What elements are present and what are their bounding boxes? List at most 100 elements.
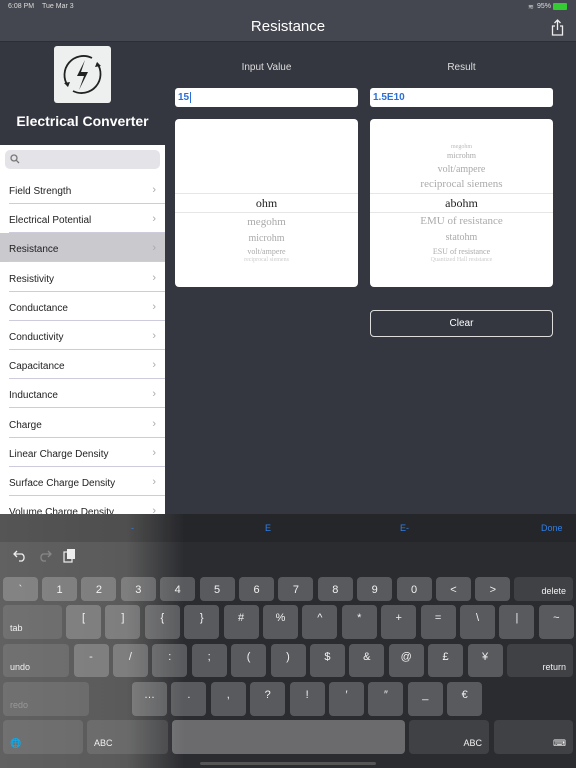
picker-option[interactable]: volt/ampere [370, 164, 553, 175]
sidebar-item[interactable]: Field Strength › [0, 175, 165, 204]
redo-key[interactable]: redo [3, 682, 89, 716]
paste-icon[interactable] [63, 548, 76, 563]
key[interactable]: < [436, 577, 471, 601]
key[interactable]: 4 [160, 577, 196, 601]
key[interactable]: 8 [317, 577, 353, 601]
sidebar-item[interactable]: Capacitance › [0, 350, 165, 380]
picker-option[interactable]: reciprocal siemens [175, 257, 358, 263]
sidebar-item[interactable]: Resistivity › [0, 263, 165, 292]
key[interactable]: \ [460, 605, 495, 639]
search-input[interactable] [5, 150, 160, 169]
clear-button[interactable]: Clear [370, 310, 553, 337]
sidebar-item-label: Conductance [9, 302, 68, 314]
key[interactable]: ) [270, 644, 306, 677]
result-unit-picker[interactable]: megohm microhm volt/ampere reciprocal si… [370, 119, 553, 287]
picker-selected[interactable]: ohm [175, 196, 358, 211]
sidebar-item[interactable]: Surface Charge Density › [0, 467, 165, 496]
chevron-right-icon: › [152, 359, 156, 372]
negative-exponent-button[interactable]: E- [400, 523, 409, 533]
delete-key[interactable]: delete [514, 577, 573, 601]
key[interactable]: ^ [302, 605, 338, 639]
key[interactable]: . [171, 682, 207, 716]
picker-option[interactable]: volt/ampere [175, 247, 358, 256]
key[interactable]: [ [66, 605, 101, 639]
input-unit-picker[interactable]: ohm megohm microhm volt/ampere reciproca… [175, 119, 358, 287]
key[interactable]: $ [309, 644, 345, 677]
key[interactable]: _ [407, 682, 443, 716]
done-button[interactable]: Done [541, 523, 563, 533]
exponent-button[interactable]: E [265, 523, 271, 533]
globe-icon[interactable]: 🌐 [3, 720, 83, 754]
key[interactable]: > [475, 577, 511, 601]
key[interactable]: 6 [239, 577, 274, 601]
key[interactable]: £ [428, 644, 464, 677]
key[interactable]: ? [250, 682, 286, 716]
key[interactable]: % [263, 605, 298, 639]
key[interactable]: * [341, 605, 377, 639]
picker-option[interactable]: megohm [175, 216, 358, 228]
abc-key[interactable]: ABC [409, 720, 489, 754]
key[interactable]: + [381, 605, 417, 639]
key[interactable]: = [420, 605, 456, 639]
key[interactable]: … [132, 682, 167, 716]
key[interactable]: - [73, 644, 109, 677]
key[interactable]: & [349, 644, 385, 677]
picker-selected[interactable]: abohm [370, 196, 553, 211]
key[interactable]: 9 [357, 577, 393, 601]
key[interactable]: ; [191, 644, 227, 677]
key[interactable]: 1 [42, 577, 77, 601]
undo-icon[interactable] [13, 549, 27, 562]
key[interactable]: : [152, 644, 188, 677]
key[interactable]: ] [105, 605, 141, 639]
sidebar-item[interactable]: Inductance › [0, 379, 165, 409]
key[interactable]: ` [3, 577, 38, 601]
picker-option[interactable]: Quantized Hall resistance [370, 257, 553, 263]
sidebar-item[interactable]: Volume Charge Density › [0, 496, 165, 515]
input-value-field[interactable]: 15 [175, 88, 358, 107]
key[interactable]: ( [231, 644, 267, 677]
key[interactable]: ¥ [467, 644, 503, 677]
key[interactable]: ~ [538, 605, 574, 639]
sidebar-item[interactable]: Linear Charge Density › [0, 438, 165, 467]
key[interactable]: { [144, 605, 180, 639]
key[interactable]: } [184, 605, 220, 639]
key[interactable]: € [447, 682, 483, 716]
key[interactable]: ! [289, 682, 325, 716]
key[interactable]: 3 [120, 577, 156, 601]
key[interactable]: 5 [199, 577, 235, 601]
share-icon[interactable] [551, 19, 564, 36]
sidebar-item[interactable]: Resistance › [0, 233, 165, 263]
key[interactable]: # [223, 605, 259, 639]
undo-key[interactable]: undo [3, 644, 69, 677]
picker-option[interactable]: microhm [175, 233, 358, 244]
sidebar-item[interactable]: Electrical Potential › [0, 204, 165, 234]
picker-option[interactable]: microhm [370, 151, 553, 160]
return-key[interactable]: return [507, 644, 573, 677]
picker-option[interactable]: megohm [370, 144, 553, 150]
picker-option[interactable]: reciprocal siemens [370, 178, 553, 190]
sidebar-item[interactable]: Conductivity › [0, 321, 165, 350]
key[interactable]: ′ [329, 682, 364, 716]
sidebar-item[interactable]: Charge › [0, 409, 165, 438]
picker-option[interactable]: statohm [370, 232, 553, 243]
keyboard-dismiss-icon[interactable]: ⌨ [494, 720, 573, 754]
key[interactable]: ″ [368, 682, 404, 716]
minus-button[interactable]: - [131, 523, 134, 533]
key[interactable]: 0 [396, 577, 432, 601]
result-field[interactable]: 1.5E10 [370, 88, 553, 107]
space-key[interactable] [172, 720, 405, 754]
key[interactable]: 2 [81, 577, 117, 601]
picker-option[interactable]: EMU of resistance [370, 215, 553, 227]
abc-key[interactable]: ABC [87, 720, 168, 754]
key[interactable]: @ [388, 644, 424, 677]
sidebar-item-label: Electrical Potential [9, 215, 92, 227]
picker-option[interactable]: ESU of resistance [370, 247, 553, 256]
sidebar-item[interactable]: Conductance › [0, 292, 165, 321]
result-label: Result [447, 62, 476, 73]
key[interactable]: | [499, 605, 535, 639]
tab-key[interactable]: tab [3, 605, 62, 639]
key[interactable]: / [112, 644, 148, 677]
key[interactable]: , [210, 682, 246, 716]
redo-icon[interactable] [38, 549, 52, 562]
key[interactable]: 7 [278, 577, 314, 601]
